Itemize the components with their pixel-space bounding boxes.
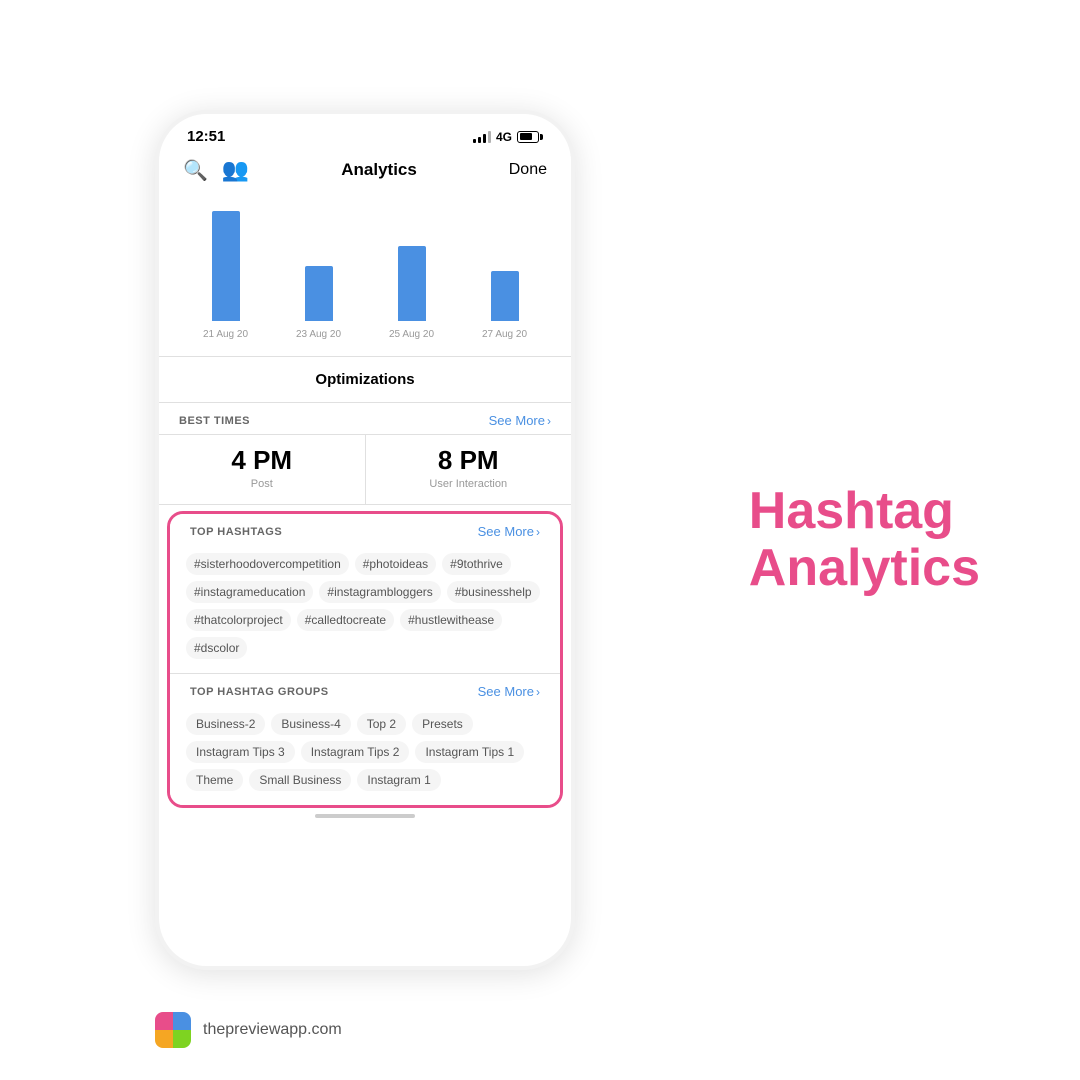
interaction-time-label: User Interaction [374,478,564,490]
logo-quadrant-2 [173,1012,191,1030]
top-hashtag-groups-section: TOP HASHTAG GROUPS See More › Business-2… [170,674,560,805]
home-bar [315,814,415,818]
post-time-item: 4 PM Post [159,435,366,504]
bar-group-3 [398,246,426,321]
phone-mockup: 12:51 4G [155,110,575,970]
bar-group-2 [305,266,333,321]
chart-bar-3 [398,246,426,321]
chart-label-1: 21 Aug 20 [203,329,248,340]
hashtag-tag-3[interactable]: #9tothrive [442,553,511,575]
group-tag-7[interactable]: Instagram Tips 1 [415,741,524,763]
see-more-text: See More [489,413,545,428]
logo-quadrant-3 [155,1030,173,1048]
interaction-time-value: 8 PM [374,445,564,476]
status-bar: 12:51 4G [159,114,571,151]
status-time: 12:51 [187,128,225,145]
chart-bar-1 [212,211,240,321]
status-icons: 4G [473,130,543,144]
optimizations-title: Optimizations [159,357,571,402]
nav-left: 🔍 👥 [183,157,249,183]
best-times-section: BEST TIMES See More › 4 PM Post 8 PM Use… [159,403,571,505]
groups-header: TOP HASHTAG GROUPS See More › [170,674,560,705]
chart-label-2: 23 Aug 20 [296,329,341,340]
chart-bar-4 [491,271,519,321]
hashtag-tag-9[interactable]: #hustlewithease [400,609,502,631]
hashtag-analytics-title: Hashtag Analytics [749,483,980,597]
group-tag-4[interactable]: Presets [412,713,473,735]
title-line-1: Hashtag [749,482,954,540]
battery-icon [517,131,543,143]
hashtags-grid: #sisterhoodovercompetition #photoideas #… [170,545,560,663]
top-hashtags-section: TOP HASHTAGS See More › #sisterhoodoverc… [170,514,560,674]
nav-title: Analytics [249,160,508,180]
highlighted-section: TOP HASHTAGS See More › #sisterhoodoverc… [167,511,563,808]
best-times-label: BEST TIMES [179,415,250,427]
chart-label-3: 25 Aug 20 [389,329,434,340]
hashtag-tag-2[interactable]: #photoideas [355,553,436,575]
search-icon[interactable]: 🔍 [183,158,208,183]
hashtag-tag-10[interactable]: #dscolor [186,637,247,659]
footer-url: thepreviewapp.com [203,1021,342,1039]
group-tag-10[interactable]: Instagram 1 [357,769,440,791]
hashtag-tag-8[interactable]: #calledtocreate [297,609,394,631]
hashtags-see-more-text: See More [478,524,534,539]
group-tag-6[interactable]: Instagram Tips 2 [301,741,410,763]
best-times-grid: 4 PM Post 8 PM User Interaction [159,434,571,504]
post-time-label: Post [167,478,357,490]
optimizations-section: Optimizations [159,357,571,403]
chart-area [179,201,551,321]
group-tag-5[interactable]: Instagram Tips 3 [186,741,295,763]
logo-quadrant-4 [173,1030,191,1048]
title-line-2: Analytics [749,539,980,597]
group-tag-8[interactable]: Theme [186,769,243,791]
hashtags-label: TOP HASHTAGS [190,526,282,538]
hashtag-tag-5[interactable]: #instagrambloggers [319,581,440,603]
chart-labels: 21 Aug 20 23 Aug 20 25 Aug 20 27 Aug 20 [179,329,551,340]
groups-grid: Business-2 Business-4 Top 2 Presets Inst… [170,705,560,795]
hashtag-tag-1[interactable]: #sisterhoodovercompetition [186,553,349,575]
groups-chevron-icon: › [536,685,540,699]
nav-bar: 🔍 👥 Analytics Done [159,151,571,193]
hashtag-tag-6[interactable]: #businesshelp [447,581,540,603]
chart-bar-2 [305,266,333,321]
group-tag-9[interactable]: Small Business [249,769,351,791]
best-times-see-more[interactable]: See More › [489,413,551,428]
page-container: 12:51 4G [0,0,1080,1080]
group-tag-2[interactable]: Business-4 [271,713,350,735]
post-time-value: 4 PM [167,445,357,476]
best-times-header: BEST TIMES See More › [159,403,571,434]
phone-inner: 12:51 4G [159,114,571,966]
people-icon[interactable]: 👥 [222,157,249,183]
hashtags-chevron-icon: › [536,525,540,539]
footer: thepreviewapp.com [155,1012,342,1048]
groups-label: TOP HASHTAG GROUPS [190,686,329,698]
chart-section: 21 Aug 20 23 Aug 20 25 Aug 20 27 Aug 20 [159,193,571,357]
signal-icon [473,131,491,143]
footer-logo [155,1012,191,1048]
side-text: Hashtag Analytics [749,483,980,597]
hashtags-header: TOP HASHTAGS See More › [170,514,560,545]
logo-quadrant-1 [155,1012,173,1030]
chevron-right-icon: › [547,414,551,428]
group-tag-1[interactable]: Business-2 [186,713,265,735]
bar-group-1 [212,211,240,321]
hashtags-see-more[interactable]: See More › [478,524,540,539]
chart-label-4: 27 Aug 20 [482,329,527,340]
group-tag-3[interactable]: Top 2 [357,713,406,735]
done-button[interactable]: Done [509,161,547,179]
hashtag-tag-7[interactable]: #thatcolorproject [186,609,291,631]
groups-see-more-text: See More [478,684,534,699]
interaction-time-item: 8 PM User Interaction [366,435,572,504]
groups-see-more[interactable]: See More › [478,684,540,699]
hashtag-tag-4[interactable]: #instagrameducation [186,581,313,603]
bar-group-4 [491,271,519,321]
network-label: 4G [496,130,512,144]
